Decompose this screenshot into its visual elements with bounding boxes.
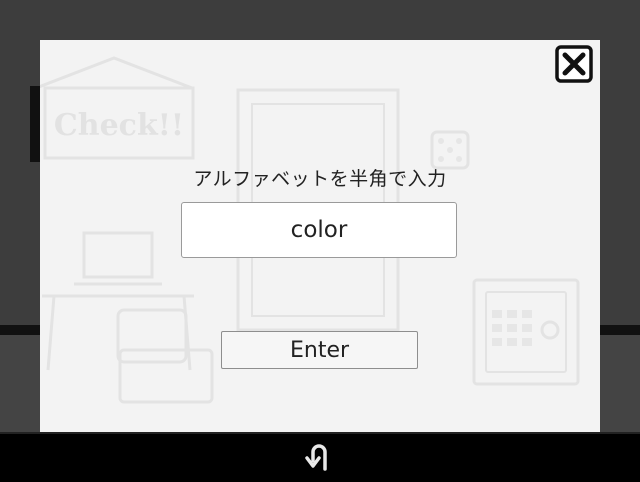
laptop: [82, 231, 154, 279]
close-icon[interactable]: [555, 45, 593, 83]
safe: [472, 278, 580, 386]
u-turn-back-icon: [305, 444, 327, 471]
projector: [116, 308, 188, 364]
enter-button[interactable]: Enter: [221, 331, 418, 369]
check-sign-text: Check!!: [54, 108, 184, 143]
dice: [430, 130, 470, 170]
desk: [42, 294, 194, 371]
password-dialog: Check!! アルファベットを半角で入力 Enter: [40, 40, 600, 440]
answer-input[interactable]: [181, 202, 457, 258]
input-instruction: アルファベットを半角で入力: [193, 168, 447, 190]
sign-string: [40, 56, 193, 90]
back-button[interactable]: [300, 437, 340, 477]
check-sign: [43, 86, 195, 160]
